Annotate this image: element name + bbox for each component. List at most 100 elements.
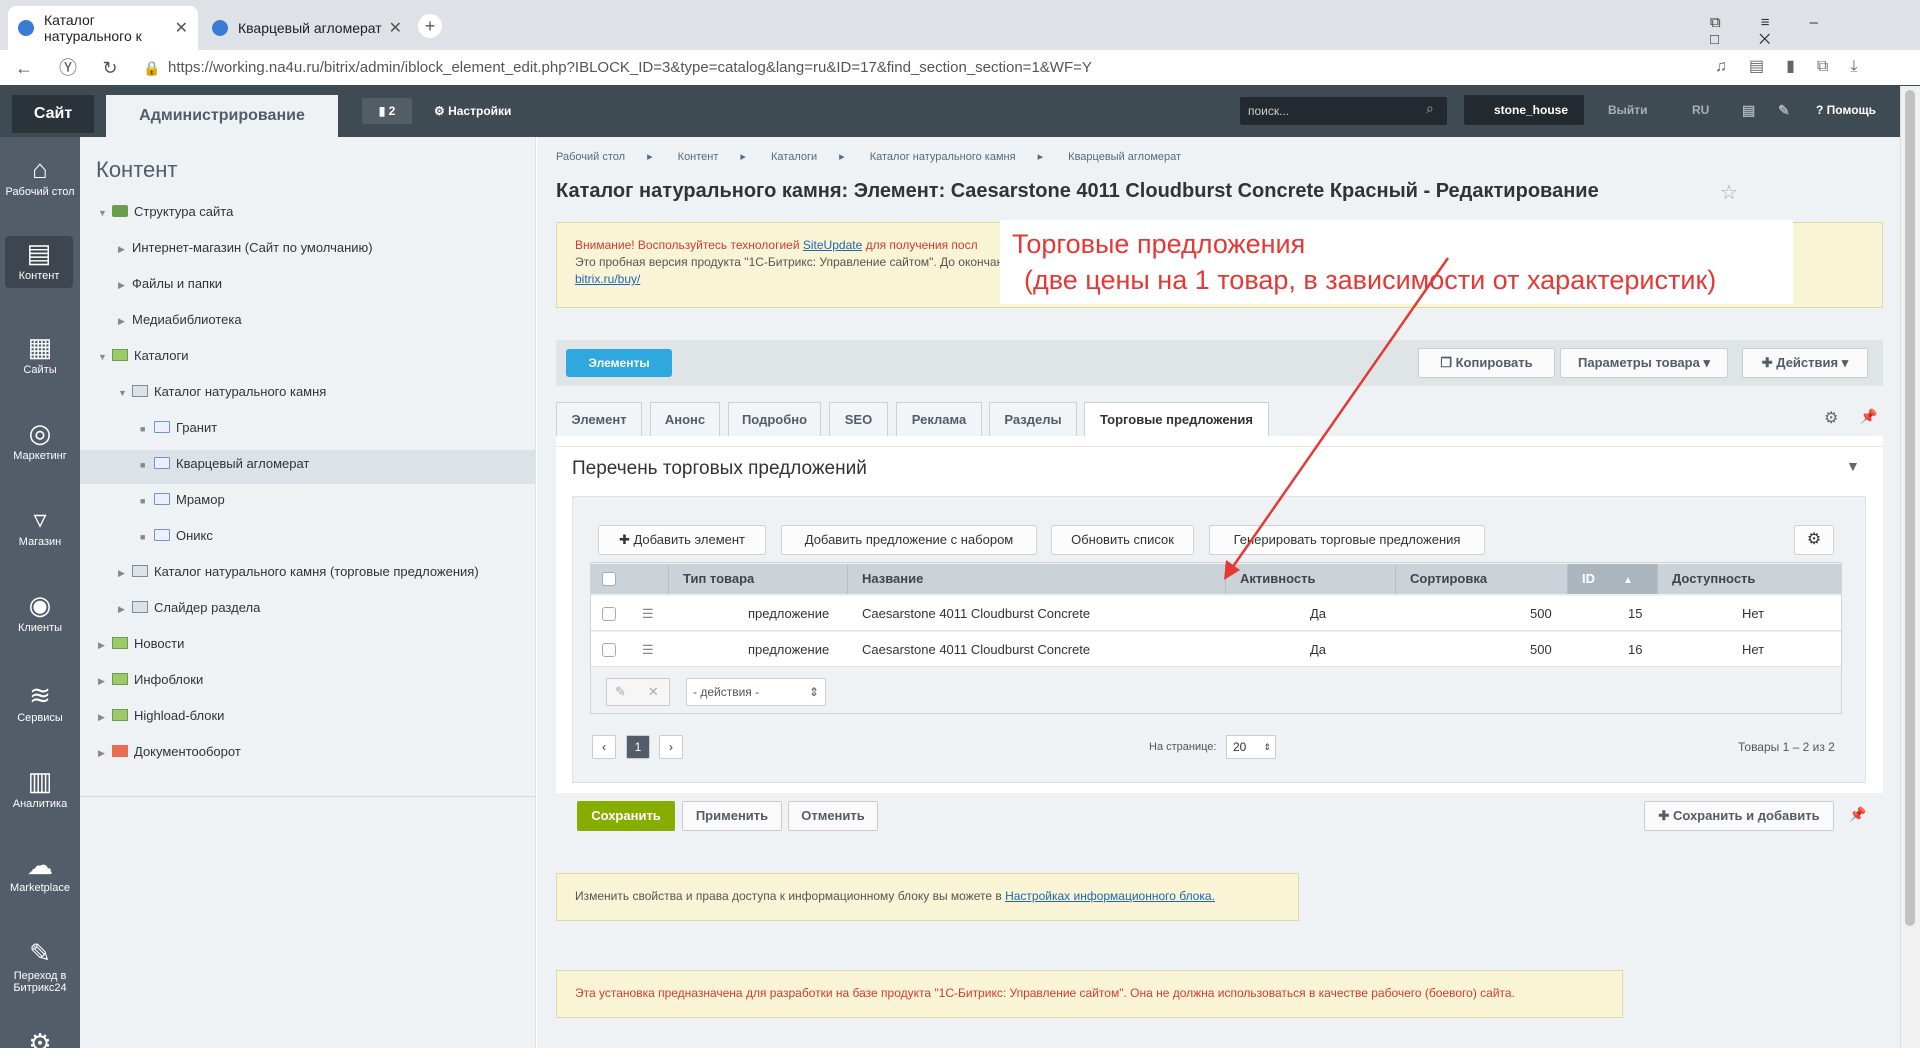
url-field[interactable]: https://working.na4u.ru/bitrix/admin/ibl… — [168, 54, 1688, 82]
tree-item[interactable]: ▶ Документооборот — [98, 742, 241, 762]
menu-desktop[interactable]: ⌂ Рабочий стол — [0, 152, 80, 198]
tree-item[interactable]: ▶ Медиабиблиотека — [118, 310, 242, 330]
cell-name[interactable]: Caesarstone 4011 Cloudburst Concrete — [862, 596, 1090, 631]
panel-icon[interactable]: ▤ — [1742, 96, 1755, 124]
row-menu-icon[interactable]: ☰ — [642, 596, 654, 631]
tab-ads[interactable]: Реклама — [896, 402, 982, 436]
tree-item[interactable]: ▶ Каталог натурального камня (торговые пр… — [118, 562, 479, 582]
menu-marketing[interactable]: ◎ Маркетинг — [0, 416, 80, 462]
reload-icon[interactable]: ↻ — [98, 56, 122, 80]
tree-item[interactable]: ▶ Новости — [98, 634, 184, 654]
actions-button[interactable]: ✚ Действия ▾ — [1742, 348, 1868, 378]
col-active[interactable]: Активность — [1225, 564, 1395, 594]
add-set-button[interactable]: Добавить предложение с набором — [781, 525, 1037, 555]
menu-analytics[interactable]: ▥ Аналитика — [0, 764, 80, 810]
search-icon[interactable]: ⌕ — [1426, 100, 1434, 117]
browser-tab-active[interactable]: Каталог натурального к ✕ — [8, 6, 198, 50]
tree-item[interactable]: ▼ Каталоги — [98, 346, 189, 366]
browser-tab[interactable]: Кварцевый агломерат ✕ — [202, 6, 412, 50]
close-icon[interactable]: ✕ — [175, 18, 188, 38]
product-params-button[interactable]: Параметры товара ▾ — [1560, 348, 1728, 378]
menu-shop[interactable]: ▿ Магазин — [0, 502, 80, 548]
tab-offers[interactable]: Торговые предложения — [1084, 402, 1269, 436]
col-name[interactable]: Название — [847, 564, 1225, 594]
row-menu-icon[interactable]: ☰ — [642, 632, 654, 667]
tree-item[interactable]: ■ Мрамор — [140, 490, 225, 510]
help-link[interactable]: ? Помощь — [1816, 96, 1876, 124]
row-checkbox[interactable] — [602, 607, 616, 621]
row-checkbox[interactable] — [602, 643, 616, 657]
select-all-checkbox[interactable] — [602, 572, 616, 586]
menu-marketplace[interactable]: ☁ Marketplace — [0, 848, 80, 894]
tree-item[interactable]: ■ Оникс — [140, 526, 213, 546]
gear-icon[interactable]: ⚙ — [1824, 408, 1838, 428]
breadcrumb-item[interactable]: Кварцевый агломерат — [1068, 151, 1181, 163]
logout-link[interactable]: Выйти — [1608, 96, 1648, 124]
tab-sections[interactable]: Разделы — [989, 402, 1077, 436]
col-availability[interactable]: Доступность — [1657, 564, 1841, 594]
tree-item-active[interactable]: ■ Кварцевый агломерат — [140, 454, 309, 474]
notifications-button[interactable]: ▮ 2 — [362, 98, 412, 124]
tab-element[interactable]: Элемент — [556, 402, 642, 436]
menu-services[interactable]: ≋ Сервисы — [0, 678, 80, 724]
elements-button[interactable]: Элементы — [566, 349, 672, 377]
pin-icon[interactable]: ✎ — [1778, 96, 1790, 124]
tree-item[interactable]: ▼ Структура сайта — [98, 202, 233, 222]
col-id[interactable]: ID ▲ — [1567, 564, 1657, 594]
scrollbar-thumb[interactable] — [1905, 90, 1915, 926]
copy-button[interactable]: ❐ Копировать — [1418, 348, 1555, 378]
breadcrumb-item[interactable]: Каталог натурального камня — [870, 151, 1016, 163]
breadcrumb-item[interactable]: Каталоги — [771, 151, 817, 163]
breadcrumb-item[interactable]: Рабочий стол — [556, 151, 625, 163]
per-page-select[interactable]: 20 ⇕ — [1226, 735, 1276, 759]
menu-bitrix24[interactable]: ✎ Переход в Битрикс24 — [0, 936, 80, 994]
tree-item[interactable]: ▶ Файлы и папки — [118, 274, 222, 294]
close-icon[interactable]: ✕ — [389, 18, 402, 38]
tree-item[interactable]: ▶ Инфоблоки — [98, 670, 203, 690]
breadcrumb-item[interactable]: Контент — [678, 151, 719, 163]
prev-page-button[interactable]: ‹ — [592, 735, 616, 759]
menu-content[interactable]: ▤ Контент — [5, 236, 73, 288]
settings-link[interactable]: ⚙ Настройки — [434, 98, 511, 124]
save-button[interactable]: Сохранить — [577, 801, 675, 831]
back-icon[interactable]: ← — [12, 56, 36, 80]
refresh-button[interactable]: Обновить список — [1051, 525, 1194, 555]
buy-link[interactable]: bitrix.ru/buy/ — [575, 272, 640, 286]
tree-item[interactable]: ■ Гранит — [140, 418, 217, 438]
gear-icon[interactable]: ⚙ — [0, 1026, 80, 1060]
pin-icon[interactable]: 📌 — [1849, 806, 1866, 823]
tab-seo[interactable]: SEO — [829, 402, 888, 436]
next-page-button[interactable]: › — [659, 735, 683, 759]
cancel-button[interactable]: Отменить — [788, 801, 878, 831]
star-icon[interactable]: ☆ — [1720, 180, 1738, 205]
lang-select[interactable]: RU — [1692, 96, 1709, 124]
tree-item[interactable]: ▼ Каталог натурального камня — [118, 382, 326, 402]
apply-button[interactable]: Применить — [682, 801, 782, 831]
tree-item[interactable]: ▶ Слайдер раздела — [118, 598, 260, 618]
new-tab-icon[interactable]: + — [418, 14, 442, 38]
user-button[interactable]: stone_house — [1464, 95, 1584, 125]
actions-select[interactable]: - действия - ⇕ — [686, 678, 826, 706]
tree-item[interactable]: ▶ Highload-блоки — [98, 706, 224, 726]
col-type[interactable]: Тип товара — [668, 564, 848, 594]
site-button[interactable]: Сайт — [12, 95, 94, 133]
menu-clients[interactable]: ◉ Клиенты — [0, 588, 80, 634]
page-number[interactable]: 1 — [626, 735, 650, 759]
siteupdate-link[interactable]: SiteUpdate — [803, 238, 862, 252]
tab-detail[interactable]: Подробно — [728, 402, 821, 436]
yandex-icon[interactable]: Ⓨ — [56, 56, 80, 80]
save-add-button[interactable]: ✚ Сохранить и добавить — [1644, 801, 1834, 831]
edit-delete-icons[interactable]: ✎✕ — [606, 678, 670, 706]
generate-button[interactable]: Генерировать торговые предложения — [1209, 525, 1485, 555]
tree-item[interactable]: ▶ Интернет-магазин (Сайт по умолчанию) — [118, 238, 373, 258]
iblock-settings-link[interactable]: Настройках информационного блока. — [1005, 889, 1215, 903]
col-sort[interactable]: Сортировка — [1395, 564, 1567, 594]
tab-preview[interactable]: Анонс — [650, 402, 720, 436]
window-controls-icon[interactable]: ⧉≡–□✕ — [1710, 14, 1920, 48]
menu-sites[interactable]: ▦ Сайты — [0, 330, 80, 376]
search-input[interactable]: поиск... — [1240, 97, 1447, 125]
collapse-icon[interactable]: ▼ — [1846, 458, 1860, 474]
cell-name[interactable]: Caesarstone 4011 Cloudburst Concrete — [862, 632, 1090, 667]
add-element-button[interactable]: ✚ Добавить элемент — [598, 525, 766, 555]
browser-actions-icon[interactable]: ♫▤▮⧉⤓ — [1715, 56, 1879, 76]
